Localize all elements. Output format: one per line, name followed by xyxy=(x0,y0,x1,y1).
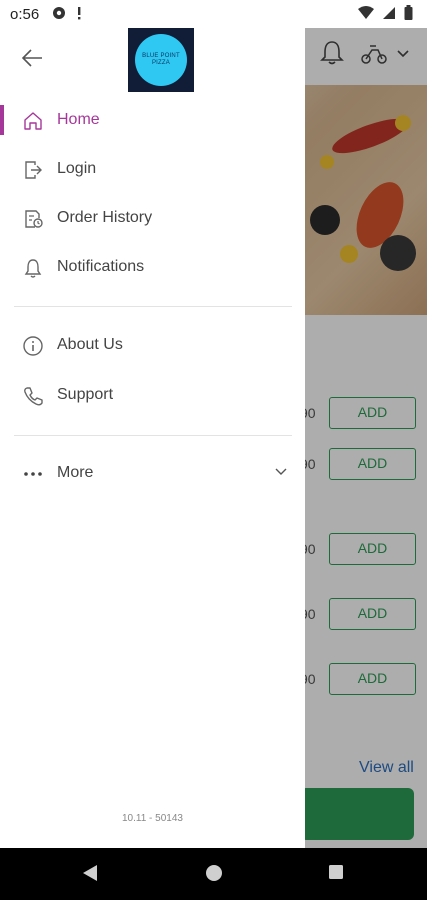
menu-label-login: Login xyxy=(57,160,97,177)
menu-item-more[interactable]: More xyxy=(0,451,305,497)
menu-item-login[interactable]: Login xyxy=(0,147,305,193)
menu-label-support: Support xyxy=(57,386,114,403)
logo-text-top: BLUE POINT xyxy=(142,53,180,59)
back-arrow-icon[interactable] xyxy=(18,44,50,72)
menu-label-order-history: Order History xyxy=(57,209,153,226)
status-notification-icons xyxy=(52,6,82,20)
logo-text-bottom: PIZZA xyxy=(151,60,170,66)
menu-label-home: Home xyxy=(57,111,100,128)
status-bar: o:56 xyxy=(0,0,427,28)
info-icon xyxy=(21,334,45,358)
menu-item-notifications[interactable]: Notifications xyxy=(0,245,305,291)
brand-logo: BLUE POINT PIZZA xyxy=(128,28,194,92)
login-icon xyxy=(21,158,45,182)
status-system-icons xyxy=(358,5,413,20)
nav-recents-icon[interactable] xyxy=(328,864,344,880)
system-nav-bar xyxy=(0,848,427,900)
chat-notification-icon xyxy=(53,7,65,19)
menu-item-support[interactable]: Support xyxy=(0,373,305,419)
menu-label-more: More xyxy=(57,464,94,481)
navigation-drawer: BLUE POINT PIZZA Home Login Order Histor… xyxy=(0,28,305,848)
status-time: o:56 xyxy=(10,6,40,23)
menu-divider xyxy=(14,435,292,436)
active-indicator xyxy=(0,105,4,135)
home-icon xyxy=(21,109,45,133)
app-version: 10.11 - 50143 xyxy=(122,813,183,824)
menu-divider xyxy=(14,306,292,307)
chevron-down-icon[interactable] xyxy=(275,468,287,476)
alert-notification-icon xyxy=(78,7,81,20)
bell-icon xyxy=(21,256,45,280)
wifi-icon xyxy=(358,5,374,19)
more-dots-icon xyxy=(21,462,45,486)
menu-label-about-us: About Us xyxy=(57,336,123,353)
nav-home-icon[interactable] xyxy=(205,864,223,882)
menu-label-notifications: Notifications xyxy=(57,258,145,275)
menu-item-home[interactable]: Home xyxy=(0,98,305,144)
nav-back-icon[interactable] xyxy=(82,864,98,882)
menu-item-order-history[interactable]: Order History xyxy=(0,196,305,242)
order-history-icon xyxy=(21,207,45,231)
menu-item-about-us[interactable]: About Us xyxy=(0,323,305,369)
signal-icon xyxy=(383,6,395,19)
phone-icon xyxy=(21,384,45,408)
battery-icon xyxy=(404,5,413,20)
logo-badge: BLUE POINT PIZZA xyxy=(135,34,187,86)
